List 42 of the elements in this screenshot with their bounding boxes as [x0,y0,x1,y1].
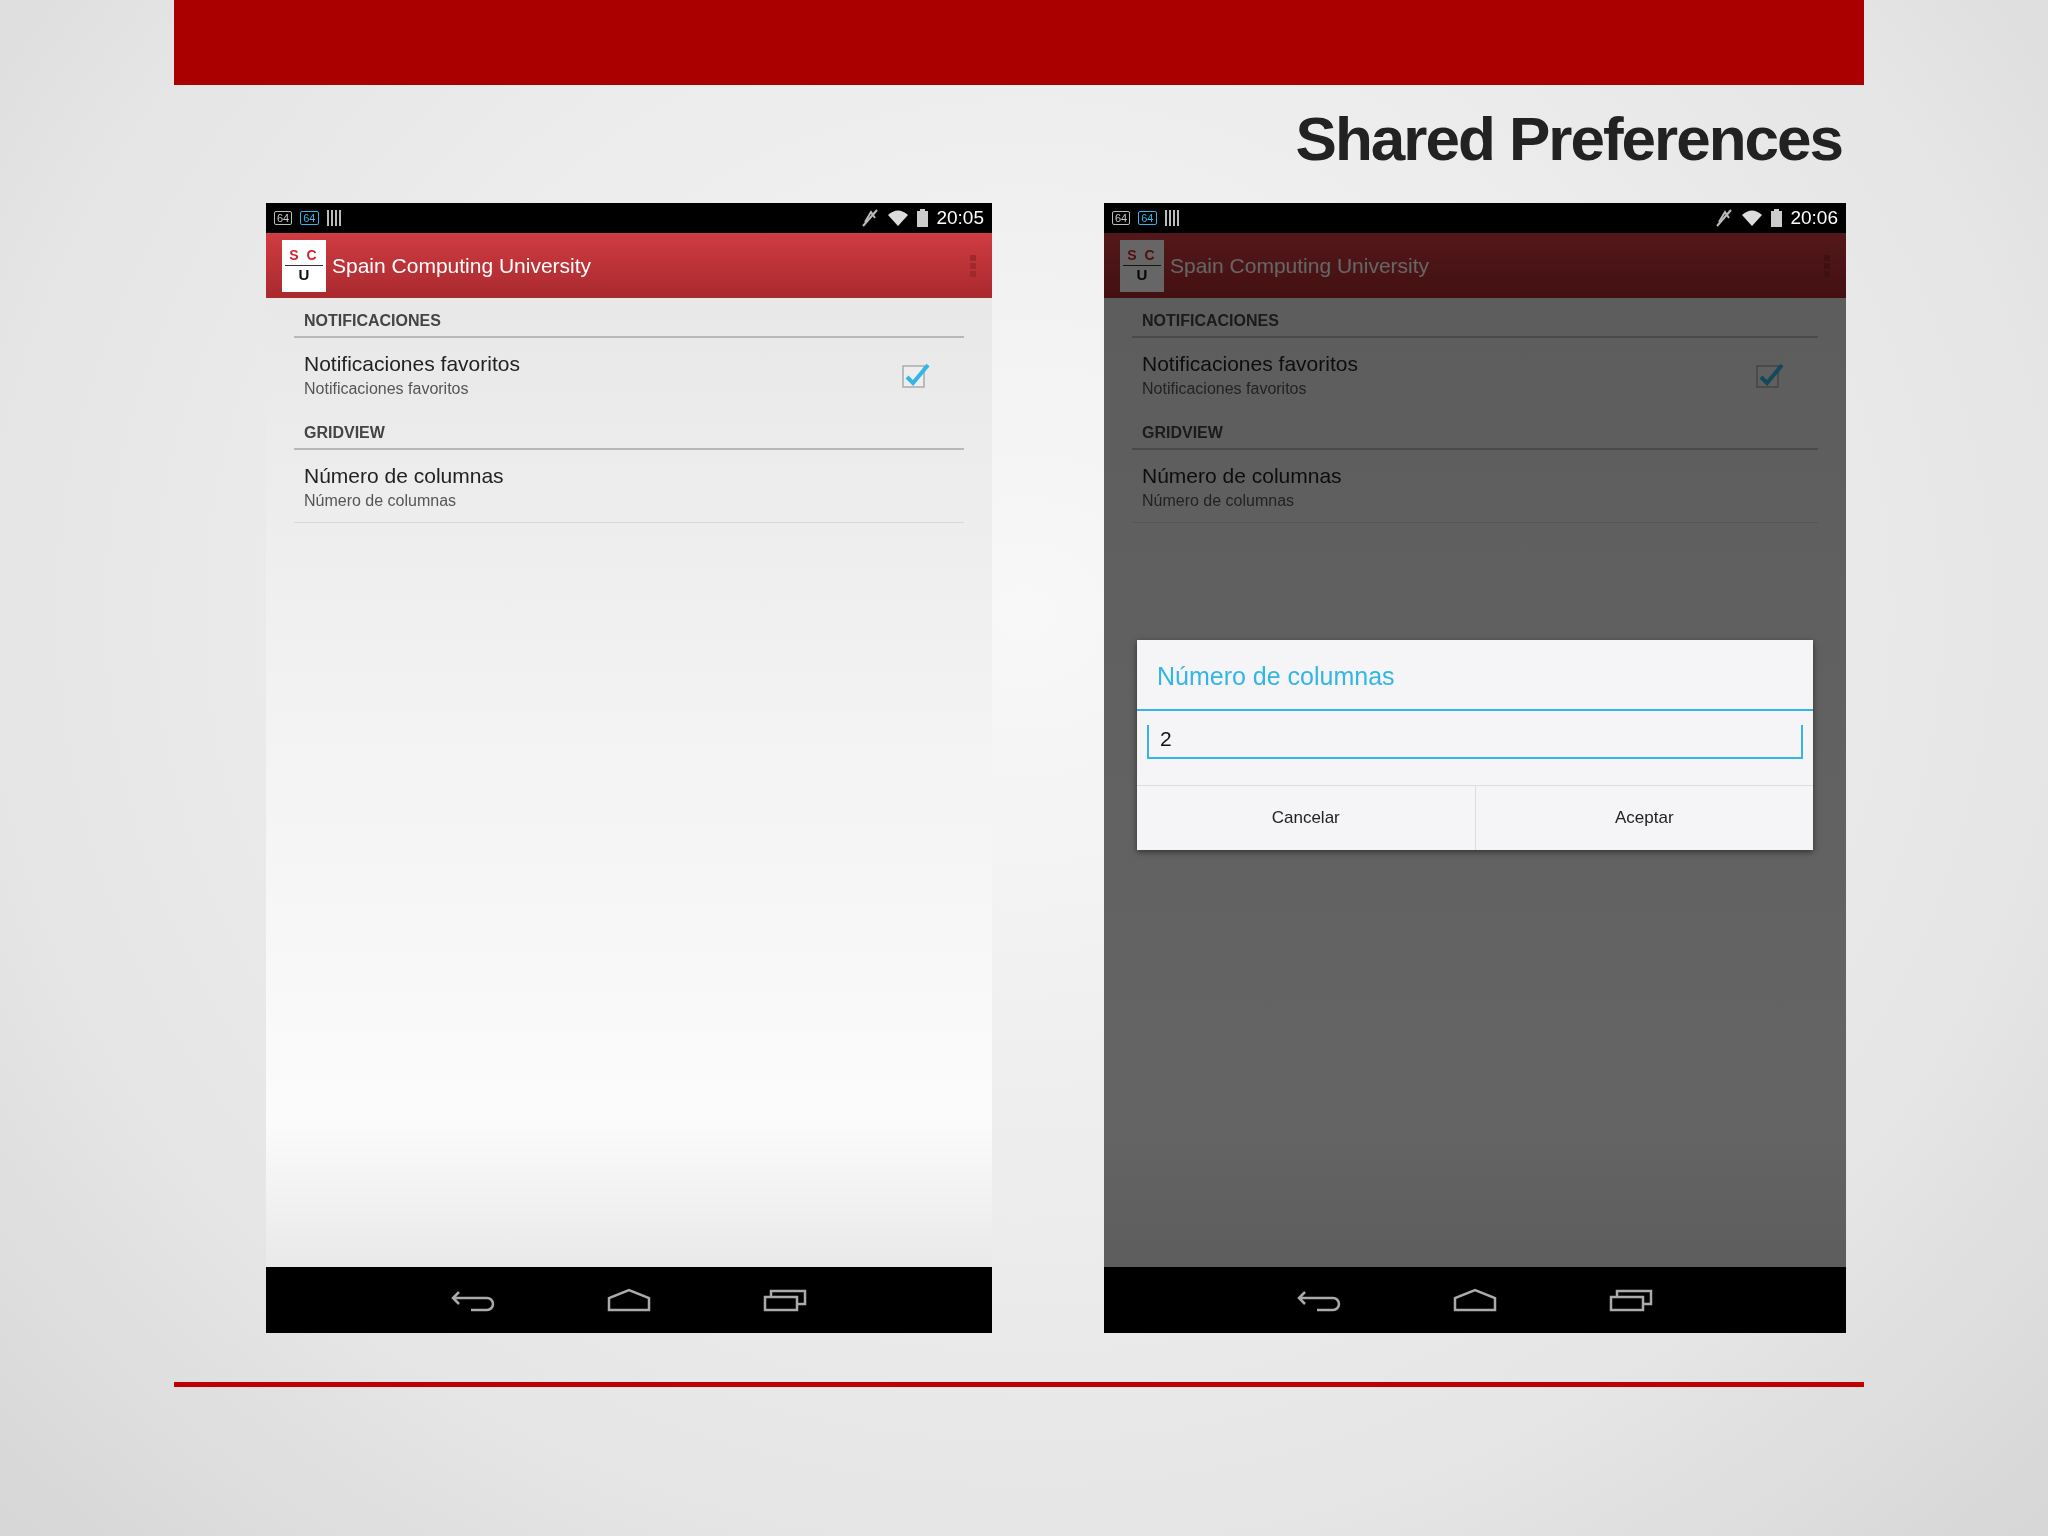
preference-title[interactable]: Notificaciones favoritos [304,352,902,376]
section-header: NOTIFICACIONES [294,298,964,338]
preference-summary: Notificaciones favoritos [1142,380,1308,398]
back-icon [451,1288,495,1312]
notification-icon: 64 [274,211,293,225]
status-time: 20:06 [1790,207,1838,229]
section-header: NOTIFICACIONES [1132,298,1818,338]
input-field[interactable]: 2 [1147,725,1803,759]
preference-summary: Notificaciones favoritos [304,380,470,398]
barcode-icon [1164,210,1179,226]
recent-apps-icon [763,1288,807,1312]
dialog-title: Número de columnas [1137,640,1813,711]
slide-title: Shared Preferences [1295,103,1842,175]
checkbox[interactable] [902,361,930,389]
notification-icon: 64 [1112,211,1131,225]
dialog-button[interactable]: Aceptar [1474,786,1813,850]
preference-title[interactable]: Número de columnas [304,464,954,488]
app-title: Spain Computing University [332,253,593,278]
checkbox[interactable] [1756,361,1784,389]
section-header: GRIDVIEW [1132,410,1818,450]
dialog-button[interactable]: Cancelar [1137,786,1475,850]
preference-summary: Número de columnas [304,492,458,510]
app-logo: S C U [282,239,326,292]
barcode-icon [326,210,341,226]
back-icon [1297,1288,1341,1312]
home-icon [1453,1288,1497,1312]
section-header: GRIDVIEW [294,410,964,450]
recent-apps-icon [1609,1288,1653,1312]
mute-icon [1715,208,1734,228]
notification-icon: 64 [300,211,319,225]
preference-summary: Número de columnas [1142,492,1296,510]
mute-icon [861,208,880,228]
battery-icon [1771,209,1783,227]
home-icon [607,1288,651,1312]
overflow-menu-icon [970,254,976,277]
wifi-icon [1741,209,1764,227]
wifi-icon [887,209,910,227]
app-logo: S C U [1120,239,1164,292]
app-title: Spain Computing University [1170,253,1431,278]
status-time: 20:05 [936,207,984,229]
notification-icon: 64 [1138,211,1157,225]
battery-icon [917,209,929,227]
